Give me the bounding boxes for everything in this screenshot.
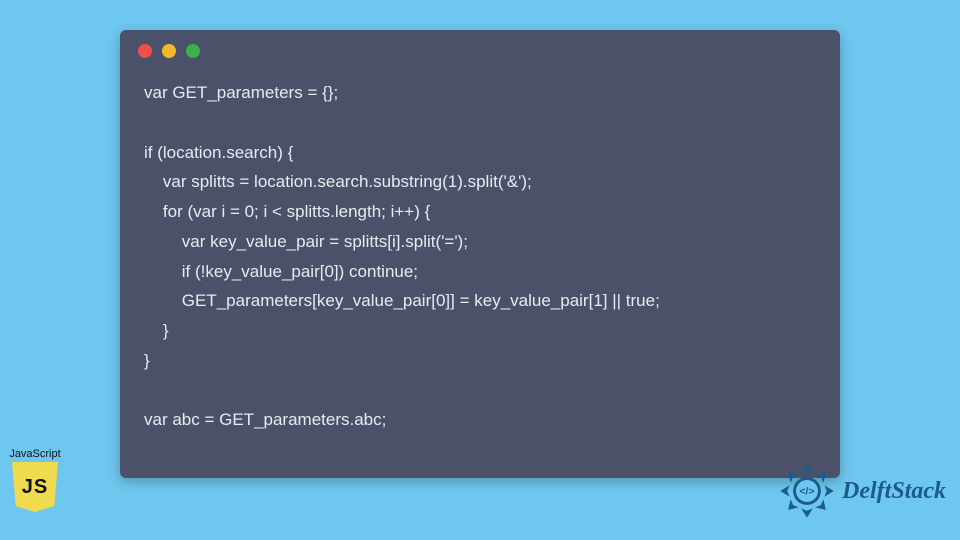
minimize-icon <box>162 44 176 58</box>
code-window: var GET_parameters = {}; if (location.se… <box>120 30 840 478</box>
js-shield-text: JS <box>22 476 48 499</box>
maximize-icon <box>186 44 200 58</box>
svg-text:</>: </> <box>799 486 814 497</box>
delftstack-emblem-icon: </> <box>778 462 836 520</box>
code-block: var GET_parameters = {}; if (location.se… <box>120 64 840 449</box>
delftstack-text: DelftStack <box>842 478 946 505</box>
js-shield-icon: JS <box>12 462 58 512</box>
close-icon <box>138 44 152 58</box>
javascript-label: JavaScript <box>2 448 68 460</box>
window-controls <box>120 30 840 64</box>
javascript-badge: JavaScript JS <box>2 448 68 512</box>
delftstack-brand: </> DelftStack <box>778 462 946 520</box>
